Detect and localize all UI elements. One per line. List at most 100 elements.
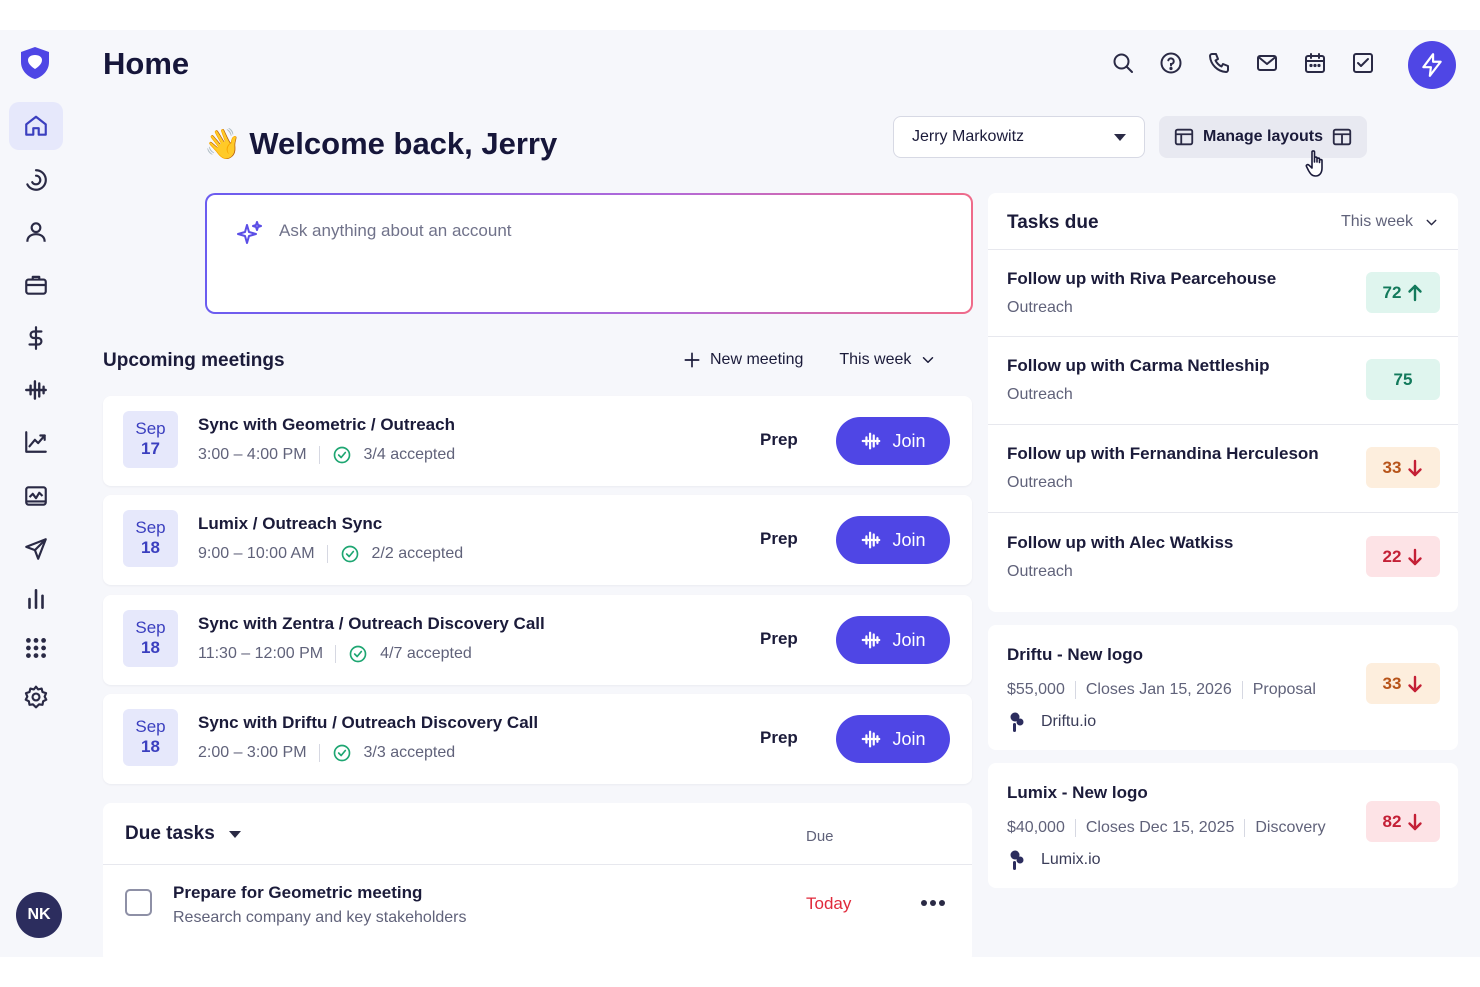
prep-button[interactable]: Prep [760, 529, 798, 549]
deal-company-name: Lumix.io [1041, 851, 1101, 868]
sidebar-item-contacts[interactable] [9, 208, 63, 256]
ask-input[interactable]: Ask anything about an account [207, 195, 971, 312]
meeting-title[interactable]: Sync with Geometric / Outreach [198, 415, 455, 435]
caret-down-icon [1114, 133, 1126, 141]
manage-layouts-button[interactable]: Manage layouts [1159, 116, 1367, 158]
tasks-due-filter-label: This week [1341, 213, 1414, 230]
sidebar-item-dashboards[interactable] [9, 472, 63, 520]
task-row-subtitle: Outreach [1007, 474, 1073, 491]
search-button[interactable] [1110, 50, 1136, 76]
meeting-month: Sep [135, 618, 166, 637]
sidebar-item-accounts[interactable] [9, 261, 63, 309]
join-button[interactable]: Join [836, 616, 950, 664]
check-circle-icon [333, 446, 350, 464]
meeting-title[interactable]: Lumix / Outreach Sync [198, 514, 382, 534]
meeting-accepted: 2/2 accepted [371, 545, 464, 562]
plus-icon [684, 352, 700, 368]
sidebar: NK [0, 30, 72, 957]
divider [335, 645, 337, 663]
meeting-date-badge: Sep 17 [123, 411, 178, 468]
divider [326, 545, 328, 563]
deal-company[interactable]: Lumix.io [1007, 849, 1101, 871]
sidebar-item-sequences[interactable] [9, 525, 63, 573]
meeting-accepted: 3/3 accepted [363, 744, 456, 761]
sidebar-item-home[interactable] [9, 102, 63, 150]
deal-card[interactable]: Driftu - New logo $55,000 Closes Jan 15,… [988, 625, 1458, 750]
new-meeting-button[interactable]: New meeting [682, 350, 803, 370]
meeting-date-badge: Sep 18 [123, 610, 178, 667]
meeting-title[interactable]: Sync with Zentra / Outreach Discovery Ca… [198, 614, 545, 634]
waveform-icon [862, 531, 881, 549]
phone-button[interactable] [1206, 50, 1232, 76]
help-button[interactable] [1158, 50, 1184, 76]
check-circle-icon [333, 744, 350, 762]
welcome-text: Welcome back, Jerry [249, 126, 558, 161]
task-row-title[interactable]: Follow up with Riva Pearcehouse [1007, 269, 1276, 289]
deal-title[interactable]: Lumix - New logo [1007, 783, 1148, 803]
meeting-details: 2:00 – 3:00 PM 3/3 accepted [198, 743, 455, 763]
layout-icon [1332, 128, 1352, 146]
sidebar-item-deals[interactable] [9, 314, 63, 362]
user-select-dropdown[interactable]: Jerry Markowitz [893, 116, 1145, 158]
arrow-down-icon [1408, 813, 1423, 830]
app-logo-icon[interactable] [17, 45, 53, 81]
task-row-title[interactable]: Follow up with Carma Nettleship [1007, 356, 1270, 376]
mail-button[interactable] [1254, 50, 1280, 76]
deal-company[interactable]: Driftu.io [1007, 711, 1096, 733]
task-title[interactable]: Prepare for Geometric meeting [173, 883, 422, 903]
task-row-subtitle: Outreach [1007, 386, 1073, 403]
waveform-icon [862, 730, 881, 748]
task-subtitle: Research company and key stakeholders [173, 909, 467, 926]
prep-button[interactable]: Prep [760, 629, 798, 649]
checklist-icon [1353, 53, 1373, 73]
score-badge: 22 [1366, 536, 1440, 577]
join-button[interactable]: Join [836, 715, 950, 763]
due-tasks-title: Due tasks [125, 823, 215, 844]
deal-card[interactable]: Lumix - New logo $40,000 Closes Dec 15, … [988, 763, 1458, 888]
task-row-title[interactable]: Follow up with Fernandina Herculeson [1007, 444, 1319, 464]
tasks-due-filter-dropdown[interactable]: This week [1341, 213, 1440, 231]
deal-title[interactable]: Driftu - New logo [1007, 645, 1143, 665]
prep-button[interactable]: Prep [760, 430, 798, 450]
meeting-month: Sep [135, 419, 166, 438]
tasks-button[interactable] [1350, 50, 1376, 76]
sidebar-item-reports[interactable] [9, 575, 63, 623]
deal-close-date: Closes Dec 15, 2025 [1085, 819, 1235, 836]
meeting-card[interactable]: Sep 17 Sync with Geometric / Outreach 3:… [103, 396, 972, 486]
send-icon [25, 538, 47, 560]
divider [1241, 681, 1243, 699]
task-row-subtitle: Outreach [1007, 299, 1073, 316]
deal-meta: $40,000 Closes Dec 15, 2025 Discovery [1007, 819, 1326, 837]
more-options-icon[interactable] [921, 893, 947, 913]
meeting-card[interactable]: Sep 18 Sync with Driftu / Outreach Disco… [103, 694, 972, 784]
sparkle-icon [237, 221, 262, 244]
sidebar-item-activity[interactable] [9, 156, 63, 204]
check-circle-icon [349, 645, 367, 663]
sidebar-item-calls[interactable] [9, 366, 63, 414]
chevron-down-icon [1426, 219, 1437, 225]
divider [988, 336, 1458, 337]
calendar-button[interactable] [1302, 50, 1328, 76]
arrow-down-icon [1408, 548, 1423, 565]
meetings-filter-dropdown[interactable]: This week [839, 351, 937, 369]
sidebar-item-apps[interactable] [9, 624, 63, 672]
meeting-title[interactable]: Sync with Driftu / Outreach Discovery Ca… [198, 713, 538, 733]
join-button[interactable]: Join [836, 516, 950, 564]
join-button[interactable]: Join [836, 417, 950, 465]
phone-icon [1209, 53, 1229, 73]
task-checkbox[interactable] [125, 889, 152, 916]
score-value: 33 [1382, 457, 1402, 477]
meeting-card[interactable]: Sep 18 Lumix / Outreach Sync 9:00 – 10:0… [103, 495, 972, 585]
deal-stage: Proposal [1252, 681, 1316, 698]
quick-action-button[interactable] [1408, 41, 1456, 89]
user-avatar[interactable]: NK [16, 892, 62, 938]
prep-button[interactable]: Prep [760, 728, 798, 748]
sidebar-item-settings[interactable] [9, 673, 63, 721]
deal-stage: Discovery [1255, 819, 1326, 836]
sidebar-item-analytics[interactable] [9, 418, 63, 466]
task-row-title[interactable]: Follow up with Alec Watkiss [1007, 533, 1233, 553]
due-tasks-dropdown[interactable]: Due tasks [125, 823, 241, 845]
meeting-card[interactable]: Sep 18 Sync with Zentra / Outreach Disco… [103, 595, 972, 685]
avatar-initials: NK [27, 906, 51, 923]
briefcase-icon [25, 275, 47, 295]
